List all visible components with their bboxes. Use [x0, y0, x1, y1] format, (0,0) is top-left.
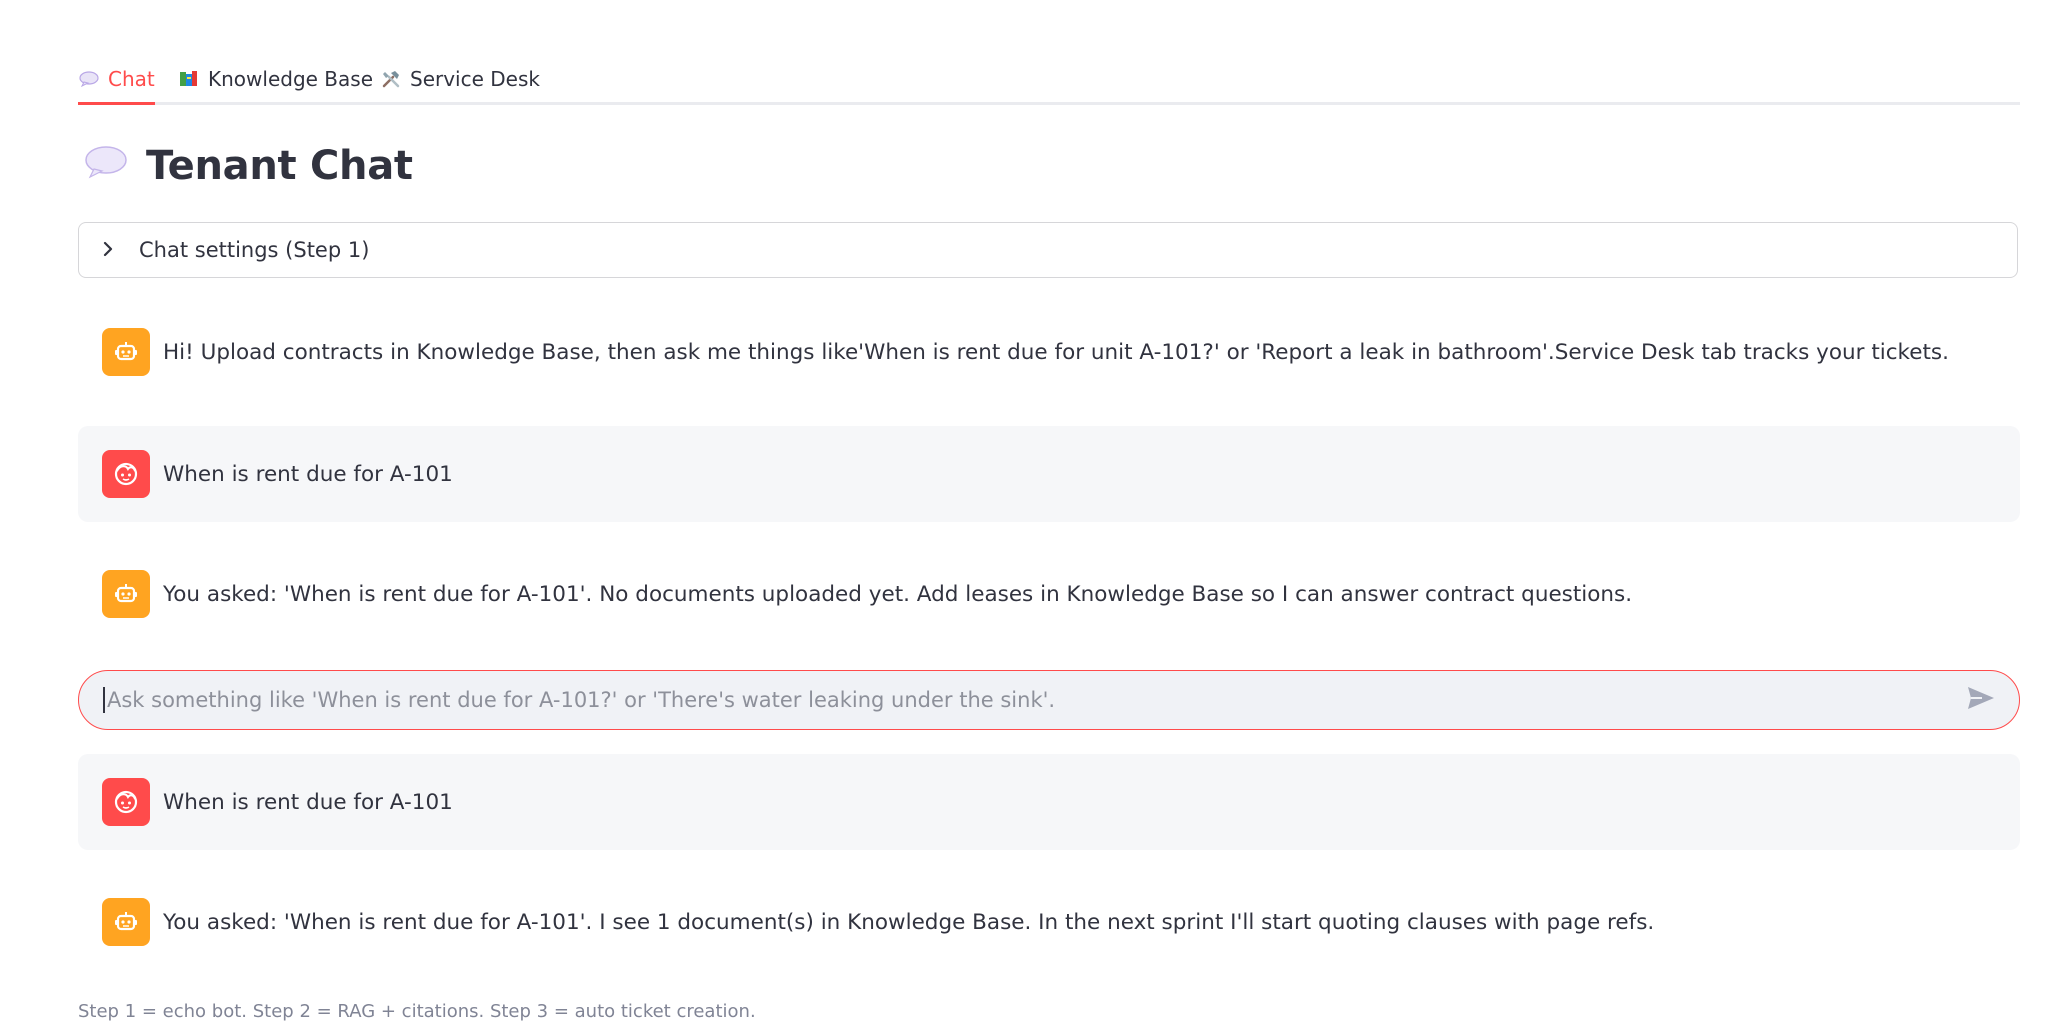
tools-icon	[380, 69, 402, 89]
chat-settings-label: Chat settings (Step 1)	[139, 238, 370, 262]
send-button[interactable]	[1961, 680, 2001, 720]
page-title: Tenant Chat	[84, 143, 413, 189]
message-text: When is rent due for A-101	[163, 789, 453, 815]
message-text: Hi! Upload contracts in Knowledge Base, …	[163, 339, 1949, 365]
message-text: When is rent due for A-101	[163, 461, 453, 487]
speech-bubble-icon	[84, 144, 128, 188]
message-text: You asked: 'When is rent due for A-101'.…	[163, 909, 1655, 935]
page-title-text: Tenant Chat	[146, 143, 413, 189]
tab-label: Service Desk	[410, 67, 540, 91]
tab-label: Knowledge Base	[208, 67, 373, 91]
message-text: You asked: 'When is rent due for A-101'.…	[163, 581, 1633, 607]
user-face-avatar-icon	[102, 778, 150, 826]
chat-message-assistant: You asked: 'When is rent due for A-101'.…	[78, 886, 2020, 958]
chat-message-user: When is rent due for A-101	[78, 426, 2020, 522]
tab-bar: Chat Knowledge Base Service Desk	[78, 52, 2020, 105]
chat-input[interactable]	[103, 687, 1961, 713]
books-icon	[178, 70, 200, 88]
chat-message-user: When is rent due for A-101	[78, 754, 2020, 850]
footnote-caption: Step 1 = echo bot. Step 2 = RAG + citati…	[78, 1001, 756, 1022]
tab-knowledge-base[interactable]: Knowledge Base	[178, 56, 373, 102]
speech-bubble-icon	[78, 71, 100, 87]
send-arrow-icon	[1966, 685, 1996, 715]
chat-input-container	[78, 670, 2020, 730]
user-face-avatar-icon	[102, 450, 150, 498]
robot-avatar-icon	[102, 570, 150, 618]
robot-avatar-icon	[102, 898, 150, 946]
chevron-right-icon	[101, 236, 125, 264]
chat-message-assistant: You asked: 'When is rent due for A-101'.…	[78, 558, 2020, 630]
robot-avatar-icon	[102, 328, 150, 376]
chat-settings-expander[interactable]: Chat settings (Step 1)	[78, 222, 2018, 278]
tab-chat[interactable]: Chat	[78, 56, 155, 105]
tab-label: Chat	[108, 67, 155, 91]
tab-service-desk[interactable]: Service Desk	[380, 56, 540, 102]
chat-message-assistant: Hi! Upload contracts in Knowledge Base, …	[78, 316, 2020, 388]
